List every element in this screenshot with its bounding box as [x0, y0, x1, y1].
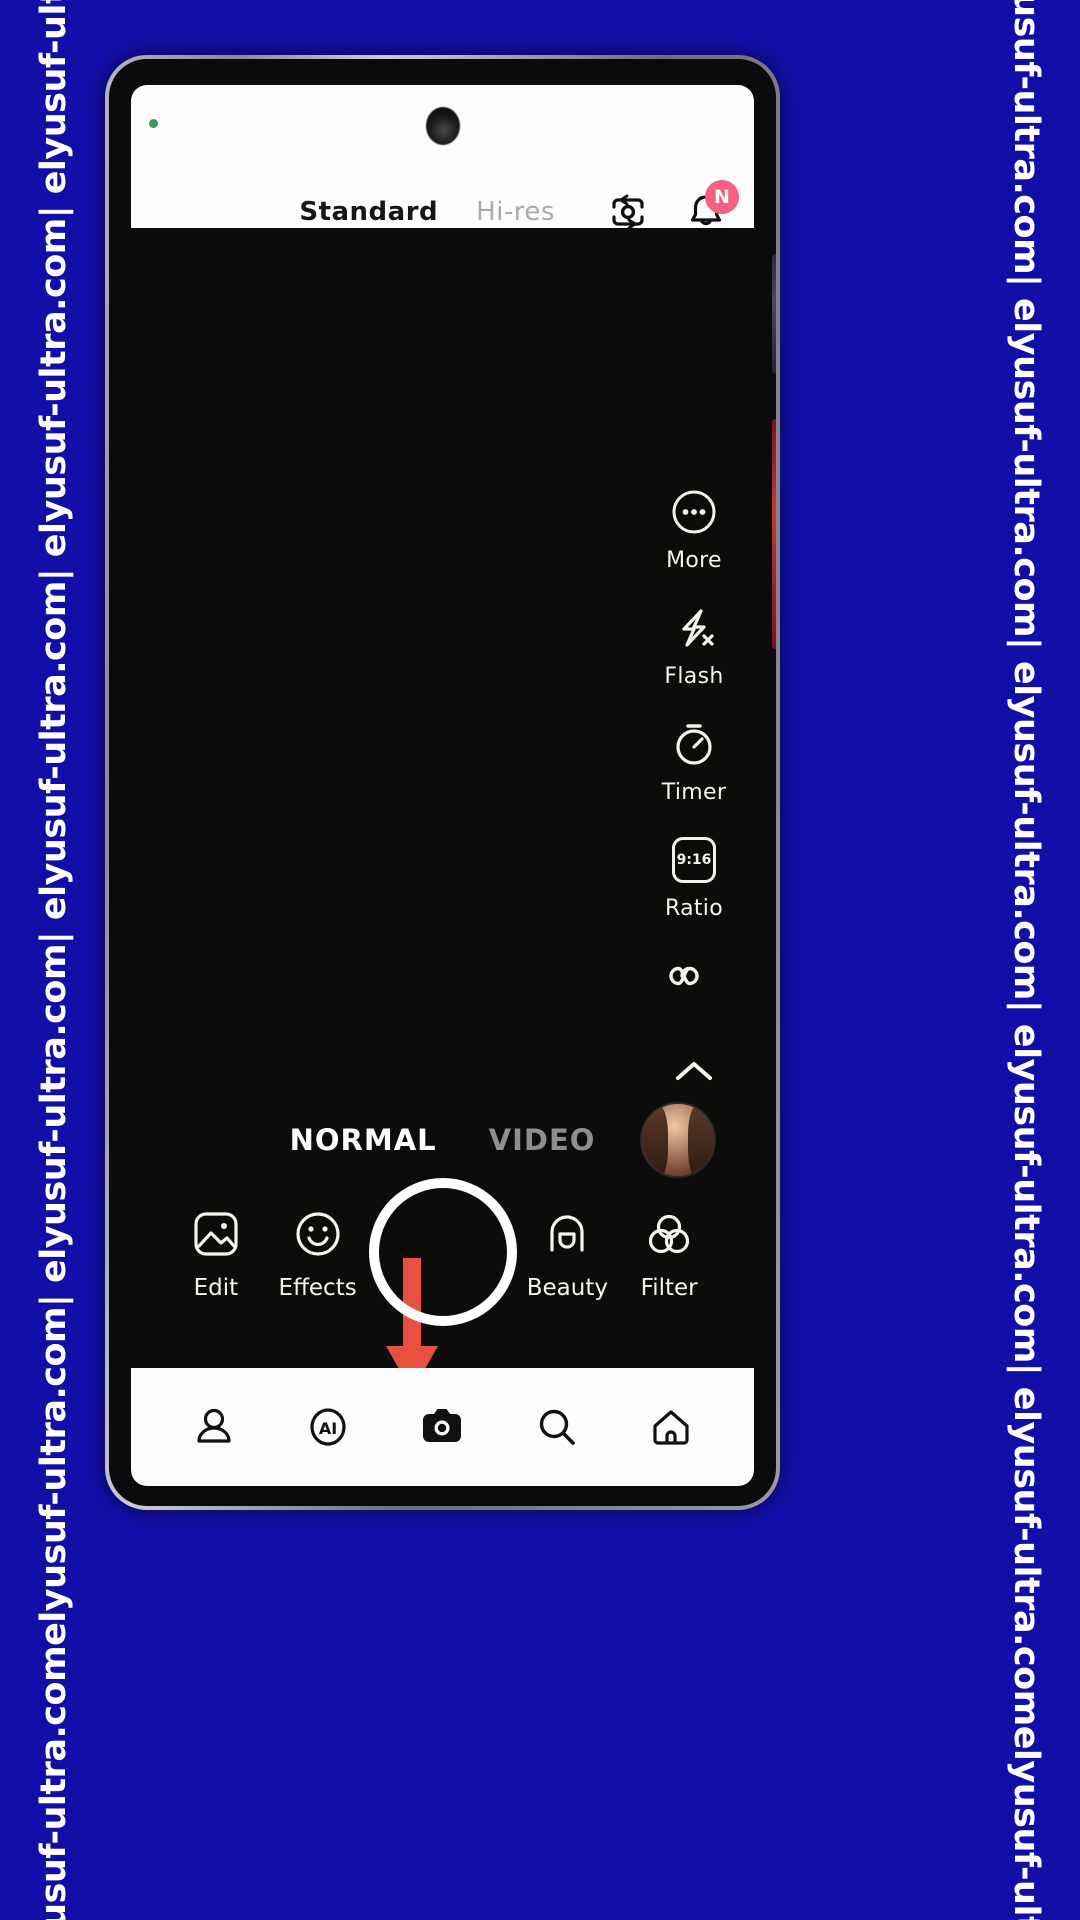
power-button[interactable]: [772, 419, 776, 649]
watermark-right-text: elyusuf-ultra.com| elyusuf-ultra.com| el…: [1006, 0, 1047, 1920]
avatar-hair-right: [688, 1104, 714, 1176]
volume-button[interactable]: [772, 254, 776, 374]
smiley-effects-icon: [287, 1203, 349, 1265]
phone-screen: Standard Hi-res N More Flash Timer 9:16 …: [131, 85, 754, 1486]
camera-header: Standard Hi-res N: [131, 85, 754, 230]
rail-label-more: More: [666, 548, 722, 573]
action-filter[interactable]: Filter: [618, 1203, 720, 1301]
mode-normal[interactable]: NORMAL: [290, 1123, 437, 1157]
ratio-value: 9:16: [672, 837, 716, 883]
camera-control-rail: More Flash Timer 9:16 Ratio: [644, 483, 744, 1133]
action-label-edit: Edit: [193, 1274, 239, 1301]
action-label-filter: Filter: [640, 1274, 698, 1301]
camera-icon[interactable]: [411, 1396, 473, 1458]
flash-off-icon: [665, 599, 723, 657]
system-nav-bar: AI: [131, 1368, 754, 1486]
rail-label-timer: Timer: [661, 780, 727, 805]
action-effects[interactable]: Effects: [267, 1203, 369, 1301]
action-label-effects: Effects: [278, 1274, 357, 1301]
watermark-left: elyusuf-ultra.comelyusuf-ultra.com| elyu…: [0, 0, 108, 1920]
home-icon[interactable]: [640, 1396, 702, 1458]
action-label-beauty: Beauty: [526, 1274, 608, 1301]
phone-mockup: Standard Hi-res N More Flash Timer 9:16 …: [105, 55, 780, 1510]
phone-body: Standard Hi-res N More Flash Timer 9:16 …: [109, 59, 776, 1506]
tab-hi-res[interactable]: Hi-res: [476, 197, 555, 227]
privacy-indicator-dot: [149, 119, 158, 128]
rail-label-ratio: Ratio: [665, 896, 723, 921]
search-icon[interactable]: [526, 1396, 588, 1458]
rail-item-motion-photo[interactable]: [665, 947, 723, 1012]
watermark-left-text: elyusuf-ultra.comelyusuf-ultra.com| elyu…: [34, 0, 75, 1920]
action-edit[interactable]: Edit: [165, 1203, 267, 1301]
chevron-up-icon: [665, 1042, 723, 1100]
mode-video[interactable]: VIDEO: [489, 1123, 596, 1157]
timer-icon: [665, 715, 723, 773]
shutter-button[interactable]: [368, 1177, 517, 1326]
rail-item-more[interactable]: More: [665, 483, 723, 573]
action-beauty[interactable]: Beauty: [517, 1203, 619, 1301]
svg-text:AI: AI: [319, 1419, 337, 1438]
avatar-hair-left: [642, 1104, 668, 1176]
rail-label-flash: Flash: [664, 664, 724, 689]
tab-standard[interactable]: Standard: [299, 197, 438, 227]
rail-item-collapse[interactable]: [665, 1042, 723, 1107]
camera-modes: NORMAL VIDEO: [290, 1123, 596, 1157]
person-icon[interactable]: [183, 1396, 245, 1458]
beauty-face-icon: [536, 1203, 598, 1265]
rail-item-ratio[interactable]: 9:16 Ratio: [665, 831, 723, 921]
gallery-edit-icon: [185, 1203, 247, 1265]
rail-item-timer[interactable]: Timer: [662, 715, 726, 805]
resolution-tabs: Standard Hi-res: [299, 197, 555, 227]
motion-photo-icon: [665, 947, 723, 1005]
ai-icon[interactable]: AI: [297, 1396, 359, 1458]
front-camera-punchhole: [425, 107, 460, 145]
camera-viewfinder[interactable]: More Flash Timer 9:16 Ratio NORMAL VIDEO…: [131, 228, 754, 1368]
notification-badge: N: [705, 180, 739, 214]
more-dots-icon: [665, 483, 723, 541]
filter-circles-icon: [638, 1203, 700, 1265]
camera-action-bar: Edit Effects Beauty Filter: [131, 1169, 754, 1334]
rail-item-flash[interactable]: Flash: [664, 599, 723, 689]
ratio-icon: 9:16: [665, 831, 723, 889]
watermark-right: elyusuf-ultra.com| elyusuf-ultra.com| el…: [972, 0, 1080, 1920]
avatar[interactable]: [640, 1102, 716, 1178]
